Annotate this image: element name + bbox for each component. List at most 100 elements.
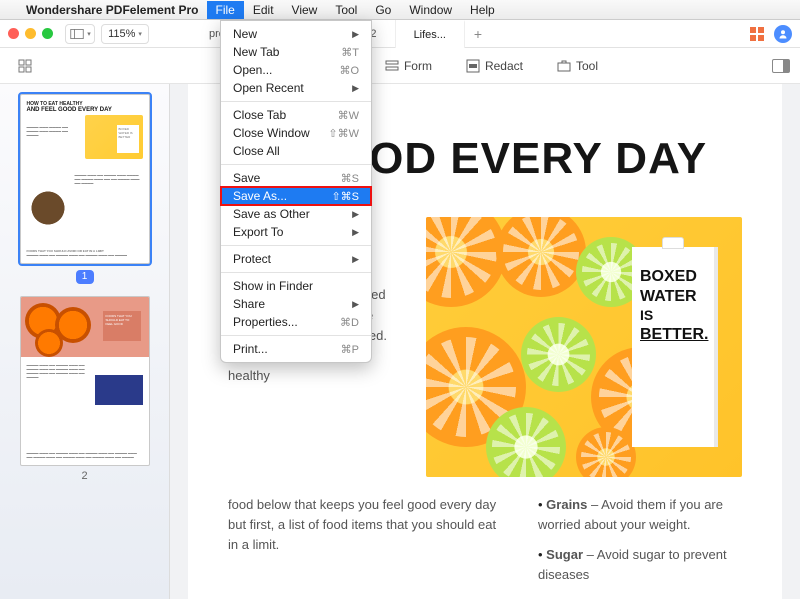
thumb2-fruit-image <box>35 329 63 357</box>
menu-item-show-in-finder[interactable]: Show in Finder <box>221 277 371 295</box>
submenu-arrow-icon: ▶ <box>352 83 359 94</box>
page-thumbnails-panel: HOW TO EAT HEALTHY AND FEEL GOOD EVERY D… <box>0 84 170 599</box>
menu-item-print[interactable]: Print...⌘P <box>221 340 371 358</box>
doc-carton: BOXED WATER IS BETTER. <box>632 247 718 447</box>
menu-item-open[interactable]: Open... ⌘O <box>221 61 371 79</box>
tab-item-active[interactable]: Lifes... <box>396 20 465 48</box>
carton-line: BOXED <box>640 267 710 287</box>
doc-hero-image: BOXED WATER IS BETTER. <box>426 217 742 477</box>
minimize-window-icon[interactable] <box>25 28 36 39</box>
thumb-text-lines: ▬▬▬▬ ▬▬▬ ▬▬ ▬▬▬▬ ▬▬▬ ▬▬ ▬▬▬▬ ▬▬▬ ▬▬ ▬▬▬▬… <box>27 451 143 459</box>
menu-item-label: Show in Finder <box>233 279 313 293</box>
menu-view[interactable]: View <box>283 1 327 19</box>
submenu-arrow-icon: ▶ <box>352 209 359 220</box>
menu-item-close-all[interactable]: Close All <box>221 142 371 160</box>
menu-shortcut: ⇧⌘W <box>328 127 359 140</box>
thumb1-foods-heading: FOODS THAT YOU SHOULD AVOID OR EAT IN A … <box>27 249 143 257</box>
menu-item-export-to[interactable]: Export To ▶ <box>221 223 371 241</box>
chevron-down-icon: ▾ <box>138 30 142 38</box>
menu-item-label: Close All <box>233 144 280 158</box>
menu-shortcut: ⌘D <box>340 316 359 329</box>
menu-go[interactable]: Go <box>366 1 400 19</box>
editor-toolbar: Image Link Form Redact Tool <box>0 48 800 84</box>
carton-line: BETTER. <box>640 325 710 345</box>
zoom-dropdown[interactable]: 115%▾ <box>101 24 149 44</box>
right-panel-toggle-icon[interactable] <box>772 59 790 73</box>
menu-window[interactable]: Window <box>400 1 461 19</box>
main-area: HOW TO EAT HEALTHY AND FEEL GOOD EVERY D… <box>0 84 800 599</box>
menu-help[interactable]: Help <box>461 1 504 19</box>
menu-item-label: Properties... <box>233 315 298 329</box>
menu-item-label: Export To <box>233 225 283 239</box>
menu-item-label: Close Window <box>233 126 310 140</box>
fullscreen-window-icon[interactable] <box>42 28 53 39</box>
page-number-badge: 1 <box>76 270 94 284</box>
menu-shortcut: ⌘O <box>339 64 359 77</box>
apps-grid-icon[interactable] <box>750 27 764 41</box>
menu-item-share[interactable]: Share▶ <box>221 295 371 313</box>
zoom-value: 115% <box>108 28 135 40</box>
bullet-item: Sugar – Avoid sugar to prevent diseases <box>538 545 742 585</box>
submenu-arrow-icon: ▶ <box>352 227 359 238</box>
menu-item-save-as[interactable]: Save As... ⇧⌘S <box>221 187 371 205</box>
close-window-icon[interactable] <box>8 28 19 39</box>
menu-item-new-tab[interactable]: New Tab ⌘T <box>221 43 371 61</box>
thumb1-coffee-image <box>27 187 69 229</box>
submenu-arrow-icon: ▶ <box>352 299 359 310</box>
thumbnail-view-button[interactable] <box>12 55 38 77</box>
menu-item-label: Close Tab <box>233 108 286 122</box>
menu-file[interactable]: File <box>207 1 244 19</box>
thumb-text-lines: ▬▬▬▬ ▬▬▬ ▬▬ ▬▬▬▬ ▬▬▬ ▬▬▬▬ ▬▬ ▬▬▬▬ ▬▬▬ ▬▬… <box>75 173 143 185</box>
form-tool[interactable]: Form <box>379 55 438 77</box>
toolbox-icon <box>557 59 571 73</box>
menu-item-properties[interactable]: Properties... ⌘D <box>221 313 371 331</box>
bullet-item: Grains – Avoid them if you are worried a… <box>538 495 742 535</box>
menu-item-label: Save As... <box>233 189 287 203</box>
mac-menubar: Wondershare PDFelement Pro File Edit Vie… <box>0 0 800 20</box>
thumb-text-lines: ▬▬▬▬ ▬▬▬ ▬▬ ▬▬▬▬ ▬▬▬ ▬▬ ▬▬▬▬ ▬▬▬ ▬▬ ▬▬▬▬… <box>27 363 89 379</box>
tool-label: Tool <box>576 59 598 73</box>
page-thumbnail-1[interactable]: HOW TO EAT HEALTHY AND FEEL GOOD EVERY D… <box>20 94 150 284</box>
doc-bullets: Grains – Avoid them if you are worried a… <box>538 495 742 586</box>
file-menu-dropdown: New ▶ New Tab ⌘T Open... ⌘O Open Recent▶ Close … <box>220 20 372 363</box>
menu-item-label: Protect <box>233 252 271 266</box>
user-avatar-icon[interactable] <box>774 25 792 43</box>
chevron-down-icon: ▾ <box>87 30 91 38</box>
menu-item-save-as-other[interactable]: Save as Other ▶ <box>221 205 371 223</box>
menu-item-label: Save <box>233 171 260 185</box>
menu-item-label: Open... <box>233 63 272 77</box>
redact-icon <box>466 59 480 73</box>
redact-tool[interactable]: Redact <box>460 55 529 77</box>
menu-shortcut: ⌘T <box>341 46 359 59</box>
tool-label: Redact <box>485 59 523 73</box>
menu-shortcut: ⌘P <box>341 343 359 356</box>
carton-line: WATER <box>640 287 710 307</box>
menu-item-protect[interactable]: Protect ▶ <box>221 250 371 268</box>
menu-item-label: New Tab <box>233 45 279 59</box>
sidebar-toggle-button[interactable]: ▾ <box>65 24 95 44</box>
page-thumbnail-2[interactable]: FOODS THAT YOU SHOULD EAT TO FEEL GOOD ▬… <box>20 296 150 482</box>
tool-label: Form <box>404 59 432 73</box>
window-chrome: ▾ 115%▾ prod... Prod... color2 Lifes... … <box>0 20 800 48</box>
add-tab-button[interactable]: + <box>465 26 491 42</box>
carton-line: IS <box>640 307 710 325</box>
menu-shortcut: ⌘S <box>341 172 359 185</box>
menu-tool[interactable]: Tool <box>326 1 366 19</box>
app-name[interactable]: Wondershare PDFelement Pro <box>18 3 207 17</box>
menu-item-label: Save as Other <box>233 207 310 221</box>
menu-edit[interactable]: Edit <box>244 1 283 19</box>
form-icon <box>385 59 399 73</box>
menu-item-save[interactable]: Save ⌘S <box>221 169 371 187</box>
menu-item-label: New <box>233 27 257 41</box>
thumb1-title: AND FEEL GOOD EVERY DAY <box>27 107 143 113</box>
tool-tool[interactable]: Tool <box>551 55 604 77</box>
menu-item-open-recent[interactable]: Open Recent▶ <box>221 79 371 97</box>
submenu-arrow-icon: ▶ <box>352 29 359 40</box>
menu-item-new[interactable]: New ▶ <box>221 25 371 43</box>
submenu-arrow-icon: ▶ <box>352 254 359 265</box>
thumb2-berries-image <box>95 375 143 405</box>
menu-item-close-window[interactable]: Close Window ⇧⌘W <box>221 124 371 142</box>
menu-item-close-tab[interactable]: Close Tab ⌘W <box>221 106 371 124</box>
menu-shortcut: ⇧⌘S <box>331 190 359 203</box>
menu-shortcut: ⌘W <box>338 109 359 122</box>
